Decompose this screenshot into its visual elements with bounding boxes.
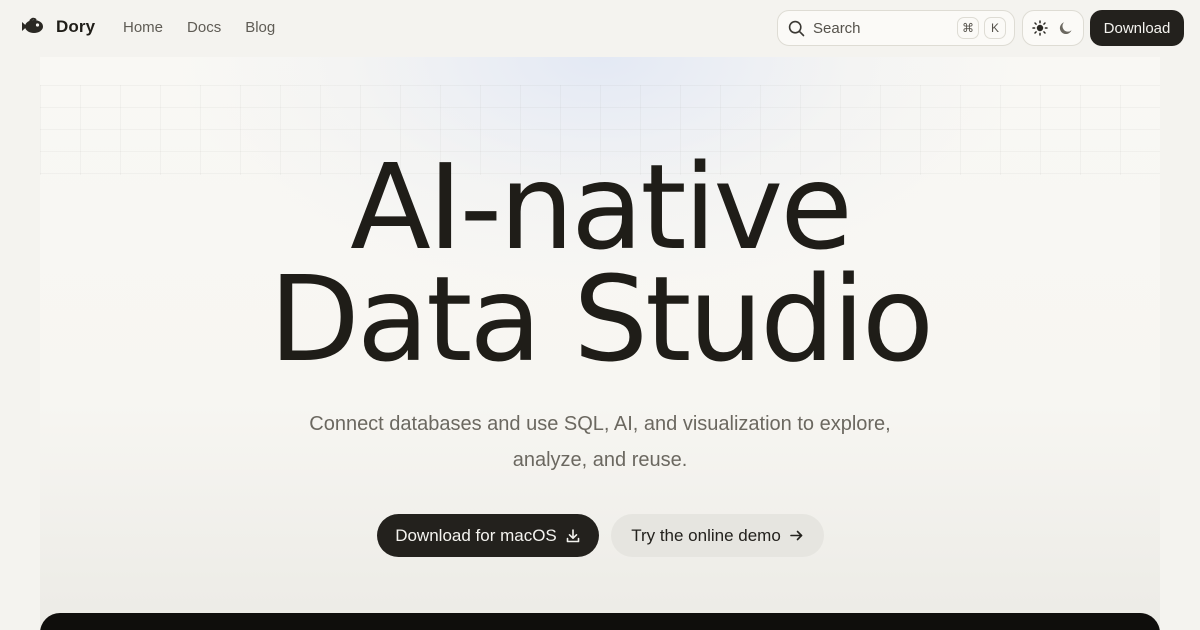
hero-title-line-2: Data Studio <box>268 250 934 388</box>
brand-name: Dory <box>56 17 96 36</box>
brand-logo-link[interactable]: Dory <box>19 14 95 40</box>
download-icon <box>565 528 581 544</box>
nav-home-link[interactable]: Home <box>123 19 163 36</box>
app-preview-window <box>40 613 1160 630</box>
download-macos-button[interactable]: Download for macOS <box>377 514 599 557</box>
theme-toggle <box>1022 10 1084 46</box>
search-icon <box>788 20 805 37</box>
nav-blog-link[interactable]: Blog <box>245 19 275 36</box>
top-navbar: Dory Home Docs Blog Search ⌘ K Download <box>0 0 1200 56</box>
fish-logo-icon <box>19 14 45 40</box>
hero-section: AI-native Data Studio Connect databases … <box>40 57 1160 630</box>
shortcut-cmd-key: ⌘ <box>957 17 979 39</box>
online-demo-label: Try the online demo <box>631 525 781 545</box>
sun-icon[interactable] <box>1032 20 1048 36</box>
shortcut-k-key: K <box>984 17 1006 39</box>
search-placeholder: Search <box>813 19 861 37</box>
nav-docs-link[interactable]: Docs <box>187 19 221 36</box>
header-download-button[interactable]: Download <box>1090 10 1184 46</box>
arrow-right-icon <box>789 528 804 543</box>
main-nav: Home Docs Blog <box>123 19 275 36</box>
hero-title: AI-native Data Studio <box>40 138 1160 388</box>
search-button[interactable]: Search ⌘ K <box>777 10 1015 46</box>
download-macos-label: Download for macOS <box>395 525 557 545</box>
moon-icon[interactable] <box>1058 20 1074 36</box>
online-demo-button[interactable]: Try the online demo <box>611 514 824 557</box>
hero-title-line-1: AI-native <box>350 138 853 276</box>
hero-subtitle: Connect databases and use SQL, AI, and v… <box>309 413 891 471</box>
